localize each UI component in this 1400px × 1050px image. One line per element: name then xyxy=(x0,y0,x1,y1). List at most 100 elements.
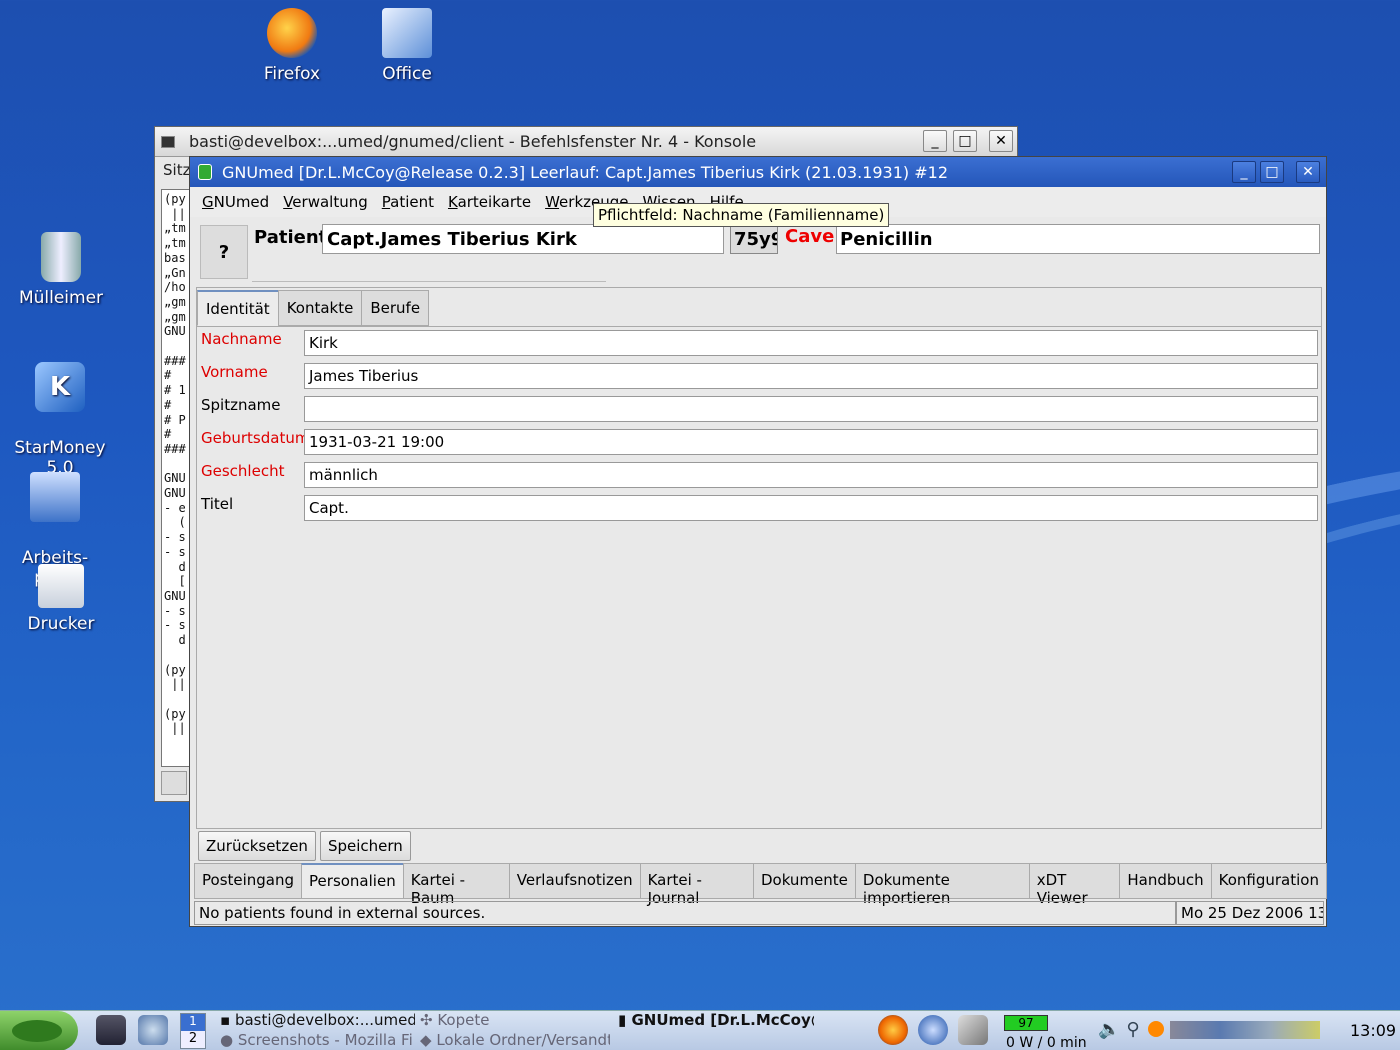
tab-personalien[interactable]: Personalien xyxy=(301,863,404,899)
desktop-icon-printer[interactable]: Drucker xyxy=(6,564,116,634)
tab-kartei-baum[interactable]: Kartei - Baum xyxy=(402,863,510,907)
tab-posteingang[interactable]: Posteingang xyxy=(194,863,303,899)
gnumed-app-icon xyxy=(198,164,212,180)
gnumed-window: GNUmed [Dr.L.McCoy@Release 0.2.3] Leerla… xyxy=(189,156,1327,927)
close-button[interactable]: ✕ xyxy=(1296,161,1320,183)
desktop-icon-label: Drucker xyxy=(27,614,95,634)
task-gnumed[interactable]: ▮ GNUmed [Dr.L.McCoy@ xyxy=(618,1011,814,1029)
geburtsdatum-field[interactable]: 1931-03-21 19:00 xyxy=(304,429,1318,455)
tab-dokumente-importieren[interactable]: Dokumente importieren xyxy=(854,863,1030,907)
tooltip: Pflichtfeld: Nachname (Familienname) xyxy=(593,203,890,227)
tab-xdt-viewer[interactable]: xDT Viewer xyxy=(1028,863,1121,907)
task-kopete[interactable]: ✣ Kopete xyxy=(420,1011,610,1029)
field-label-nachname: Nachname xyxy=(201,330,282,348)
identity-form: Nachname Kirk Vorname James Tiberius Spi… xyxy=(197,326,1321,828)
kde-launcher-icon[interactable] xyxy=(918,1015,948,1045)
terminal-launcher-icon[interactable] xyxy=(96,1015,126,1045)
titel-field[interactable]: Capt. xyxy=(304,495,1318,521)
battery-indicator[interactable]: 97 xyxy=(1004,1015,1048,1031)
trash-icon xyxy=(41,232,81,282)
tab-dokumente[interactable]: Dokumente xyxy=(752,863,856,899)
field-label-geburtsdatum: Geburtsdatum xyxy=(201,429,310,447)
browser-launcher-icon[interactable] xyxy=(138,1015,168,1045)
desktop-icon-firefox[interactable]: Firefox xyxy=(237,8,347,84)
tool-launcher-icon[interactable] xyxy=(958,1015,988,1045)
field-label-spitzname: Spitzname xyxy=(201,396,281,414)
konsole-menu-item[interactable]: Sitz xyxy=(163,161,190,179)
desktop-icon-label: Office xyxy=(382,64,432,84)
close-button[interactable]: ✕ xyxy=(989,130,1013,152)
task-firefox[interactable]: ● Screenshots - Mozilla Fi xyxy=(220,1031,415,1049)
tab-identitaet[interactable]: Identität xyxy=(197,290,279,326)
desktop-icon-office[interactable]: Office xyxy=(352,8,462,84)
patient-bar: ? Patient Capt.James Tiberius Kirk 75y9 … xyxy=(196,223,1322,285)
tab-verlaufsnotizen[interactable]: Verlaufsnotizen xyxy=(508,863,641,899)
terminal-output[interactable]: (py || „tm „tm bas „Gn /ho „gm „gm GNU #… xyxy=(161,189,191,767)
close-icon: ✕ xyxy=(1302,164,1314,180)
gnumed-title: GNUmed [Dr.L.McCoy@Release 0.2.3] Leerla… xyxy=(222,162,948,182)
statusbar: No patients found in external sources. M… xyxy=(194,901,1324,925)
tab-kontakte[interactable]: Kontakte xyxy=(277,290,363,326)
action-buttons: Zurücksetzen Speichern xyxy=(198,831,411,861)
desktop-icon-label: Mülleimer xyxy=(18,288,104,308)
close-icon: ✕ xyxy=(995,133,1007,149)
konsole-titlebar[interactable]: basti@develbox:...umed/gnumed/client - B… xyxy=(155,127,1017,157)
taskbar: 1 2 ▪ basti@develbox:...umed/c ✣ Kopete … xyxy=(0,1010,1400,1050)
identity-panel: Identität Kontakte Berufe Nachname Kirk … xyxy=(196,287,1322,829)
suse-logo-icon xyxy=(12,1020,62,1042)
maximize-icon: □ xyxy=(1265,164,1279,180)
battery-status: 0 W / 0 min xyxy=(1006,1035,1087,1050)
field-label-geschlecht: Geschlecht xyxy=(201,462,285,480)
tab-konfiguration[interactable]: Konfiguration xyxy=(1210,863,1327,899)
field-label-titel: Titel xyxy=(201,495,234,513)
maximize-button[interactable]: □ xyxy=(953,130,977,152)
workstation-icon xyxy=(30,472,80,522)
save-button[interactable]: Speichern xyxy=(319,831,411,861)
tab-kartei-journal[interactable]: Kartei - Journal xyxy=(639,863,754,907)
menu-karteikarte[interactable]: Karteikarte xyxy=(448,193,531,211)
notebook-tabs: Identität Kontakte Berufe xyxy=(197,290,430,326)
new-session-icon[interactable] xyxy=(161,771,187,795)
patient-photo[interactable]: ? xyxy=(200,225,248,279)
minimize-button[interactable]: _ xyxy=(1232,161,1256,183)
desktop-pager[interactable]: 1 2 xyxy=(180,1013,206,1049)
reset-button[interactable]: Zurücksetzen xyxy=(198,831,316,861)
tray-applets-icon[interactable] xyxy=(1170,1021,1320,1039)
system-tray-icons[interactable]: 🔈⚲ xyxy=(1098,1019,1146,1040)
plugin-tabs: Posteingang Personalien Kartei - Baum Ve… xyxy=(194,863,1327,907)
printer-icon xyxy=(38,564,84,608)
desktop-icon-trash[interactable]: Mülleimer xyxy=(6,232,116,308)
minimize-icon: _ xyxy=(931,133,939,149)
menu-verwaltung[interactable]: Verwaltung xyxy=(283,193,368,211)
task-konsole[interactable]: ▪ basti@develbox:...umed/c xyxy=(220,1011,415,1029)
tab-handbuch[interactable]: Handbuch xyxy=(1119,863,1212,899)
start-menu-button[interactable] xyxy=(0,1011,78,1050)
nachname-field[interactable]: Kirk xyxy=(304,330,1318,356)
task-thunderbird[interactable]: ◆ Lokale Ordner/Versandte xyxy=(420,1031,610,1049)
konsole-title: basti@develbox:...umed/gnumed/client - B… xyxy=(189,132,757,151)
geschlecht-field[interactable]: männlich xyxy=(304,462,1318,488)
clock[interactable]: 13:09 xyxy=(1350,1021,1396,1040)
minimize-button[interactable]: _ xyxy=(923,130,947,152)
status-datetime: Mo 25 Dez 2006 13: xyxy=(1176,901,1324,925)
pager-desktop-1[interactable]: 1 xyxy=(181,1014,205,1031)
menu-gnumed[interactable]: GNUmed xyxy=(202,193,269,211)
patient-search-input[interactable]: Capt.James Tiberius Kirk xyxy=(322,224,724,254)
starmoney-icon: K xyxy=(35,362,85,412)
firefox-launcher-icon[interactable] xyxy=(878,1015,908,1045)
terminal-icon xyxy=(161,135,175,148)
divider xyxy=(252,281,606,283)
patient-label: Patient xyxy=(254,227,328,248)
tab-berufe[interactable]: Berufe xyxy=(361,290,430,326)
vorname-field[interactable]: James Tiberius xyxy=(304,363,1318,389)
maximize-button[interactable]: □ xyxy=(1260,161,1284,183)
spitzname-field[interactable] xyxy=(304,396,1318,422)
minimize-icon: _ xyxy=(1240,164,1248,180)
pager-desktop-2[interactable]: 2 xyxy=(181,1031,205,1048)
desktop-icon-label: Firefox xyxy=(263,64,321,84)
alert-icon[interactable] xyxy=(1148,1021,1164,1037)
menu-patient[interactable]: Patient xyxy=(382,193,434,211)
cave-label: Cave xyxy=(785,226,835,247)
gnumed-titlebar[interactable]: GNUmed [Dr.L.McCoy@Release 0.2.3] Leerla… xyxy=(190,157,1326,187)
allergies-field[interactable]: Penicillin xyxy=(836,224,1320,254)
